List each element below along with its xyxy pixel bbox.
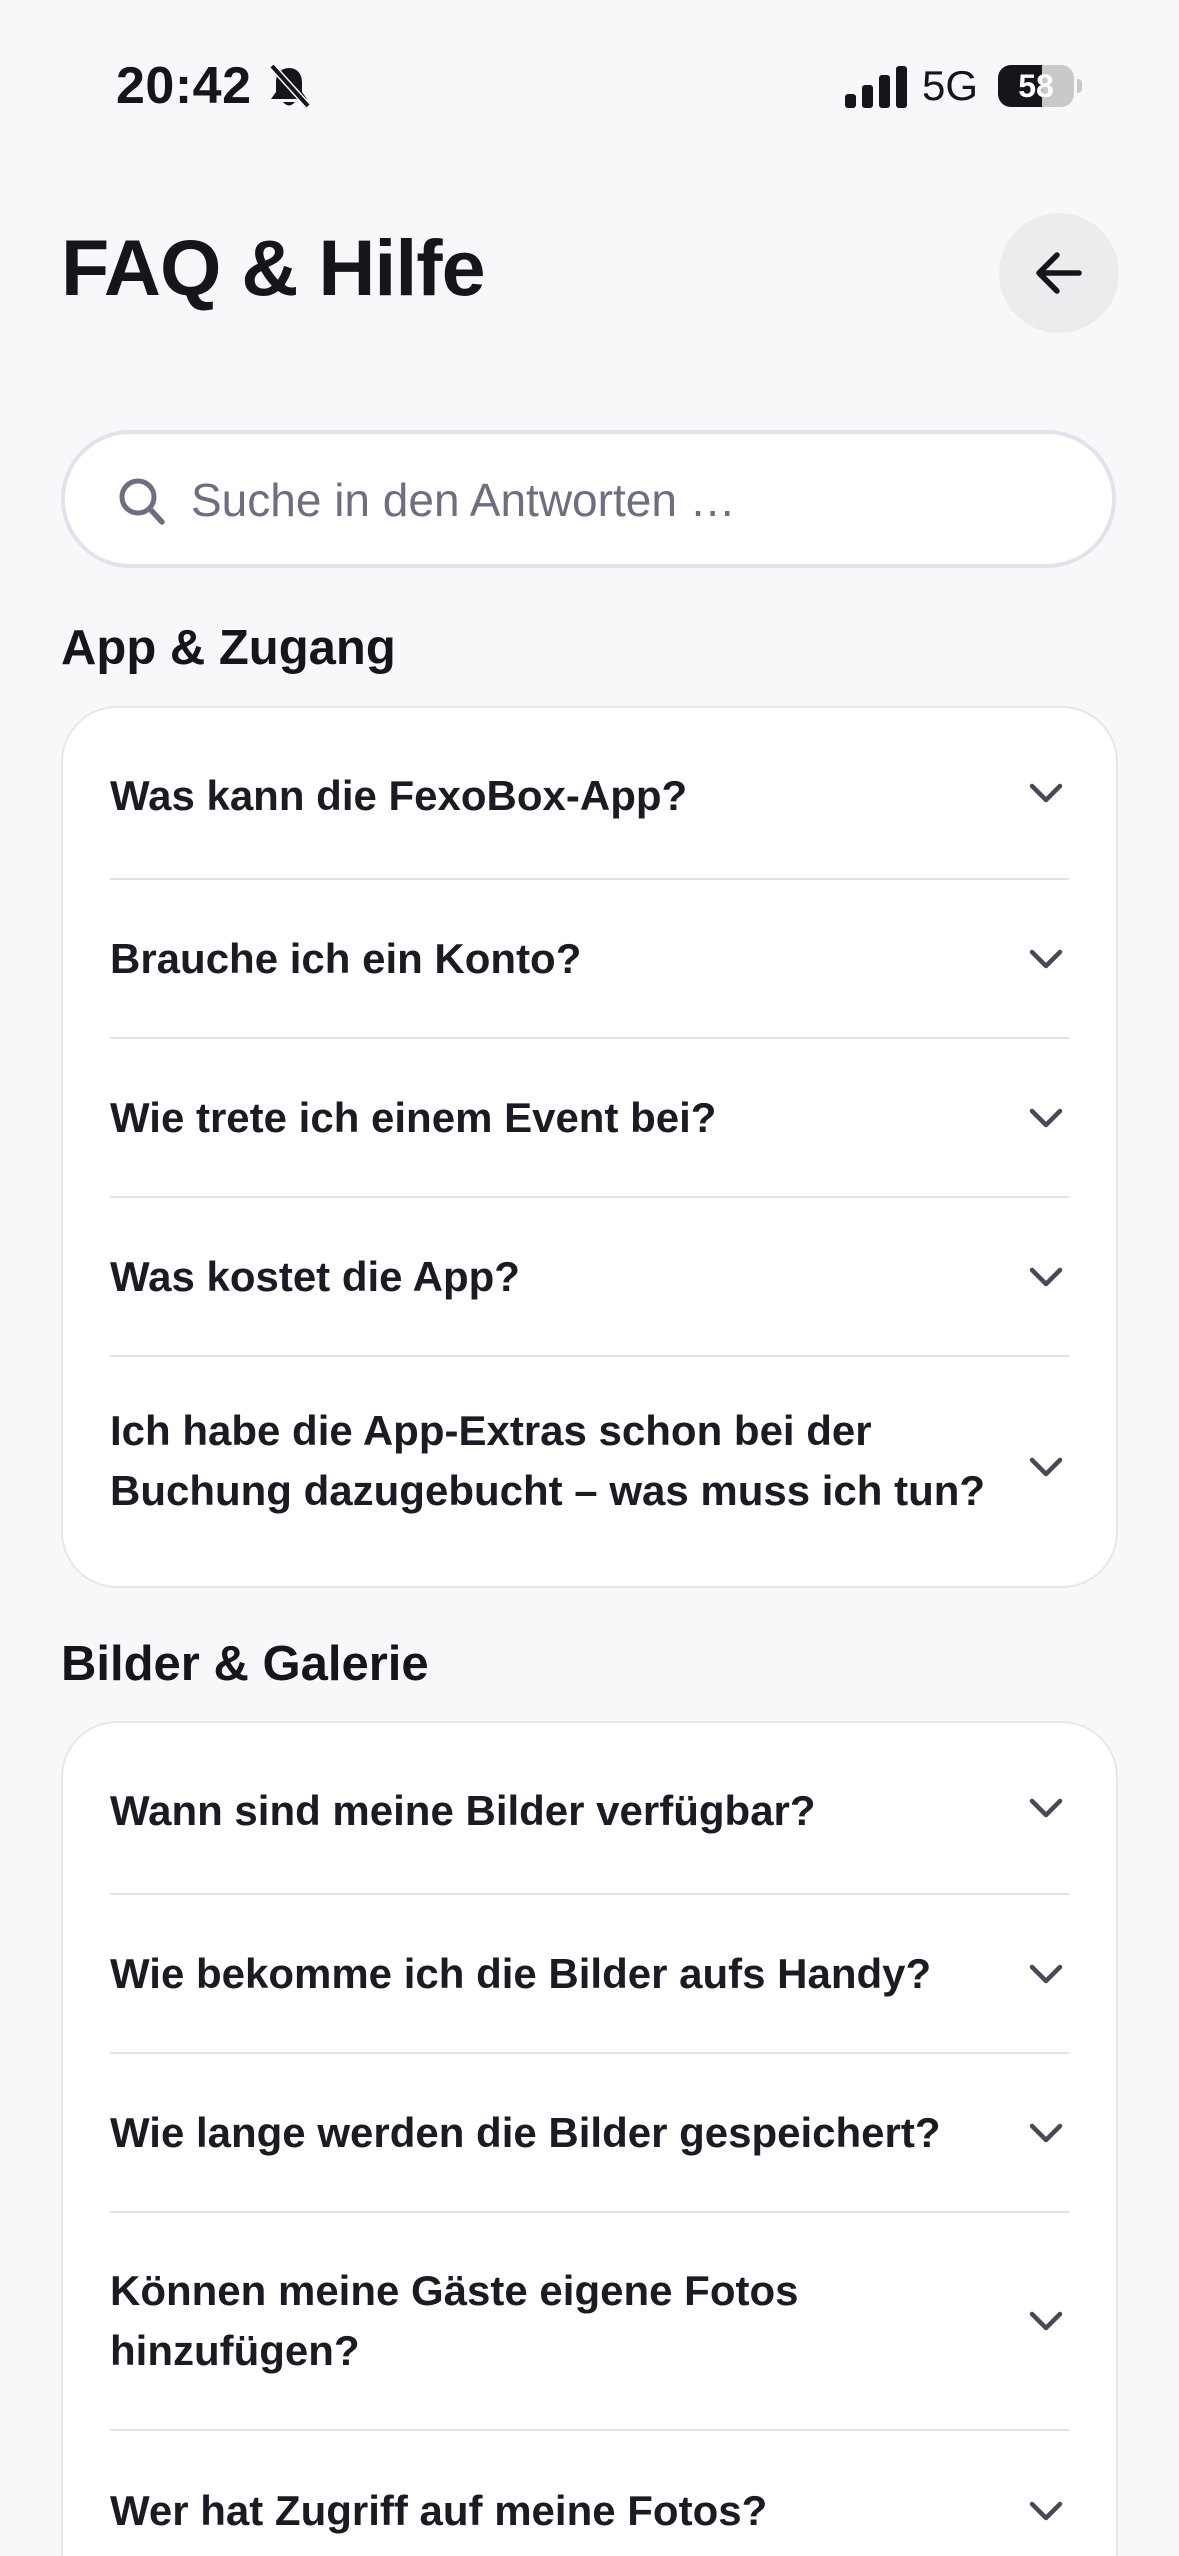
- chevron-down-icon: [1029, 2123, 1063, 2142]
- signal-icon: [845, 66, 907, 108]
- faq-question: Was kann die FexoBox-App?: [110, 772, 688, 819]
- chevron-down-icon: [1029, 1267, 1063, 1286]
- battery-tip: [1077, 79, 1082, 93]
- chevron-down-icon: [1029, 2311, 1063, 2331]
- arrow-left-icon: [1036, 252, 1082, 294]
- chevron-down-icon: [1029, 1964, 1063, 1983]
- faq-item[interactable]: Wann sind meine Bilder verfügbar?: [110, 1723, 1069, 1895]
- section-title-bilder-galerie: Bilder & Galerie: [61, 1637, 429, 1691]
- faq-question: Brauche ich ein Konto?: [110, 934, 582, 982]
- faq-item[interactable]: Was kann die FexoBox-App?: [110, 708, 1069, 880]
- faq-question: Können meine Gäste eigene Fotos hinzufüg…: [110, 2267, 799, 2374]
- faq-card-app-zugang: Was kann die FexoBox-App? Brauche ich ei…: [61, 706, 1118, 1588]
- page-title: FAQ & Hilfe: [61, 223, 486, 312]
- faq-item[interactable]: Können meine Gäste eigene Fotos hinzufüg…: [110, 2213, 1069, 2431]
- faq-question: Wie bekomme ich die Bilder aufs Handy?: [110, 1949, 932, 1997]
- chevron-down-icon: [1029, 783, 1063, 803]
- network-type: 5G: [922, 62, 979, 109]
- faq-question: Wann sind meine Bilder verfügbar?: [110, 1787, 816, 1834]
- chevron-down-icon: [1029, 1457, 1063, 1477]
- faq-question: Ich habe die App-Extras schon bei der Bu…: [110, 1407, 986, 1514]
- faq-item[interactable]: Wie bekomme ich die Bilder aufs Handy?: [110, 1895, 1069, 2054]
- faq-item[interactable]: Brauche ich ein Konto?: [110, 880, 1069, 1039]
- chevron-down-icon: [1029, 949, 1063, 968]
- section-title-app-zugang: App & Zugang: [61, 621, 396, 675]
- faq-item[interactable]: Wie lange werden die Bilder gespeichert?: [110, 2054, 1069, 2213]
- search-field[interactable]: [61, 430, 1116, 568]
- status-time: 20:42: [116, 57, 252, 115]
- search-input[interactable]: [189, 464, 1073, 536]
- faq-question: Wie trete ich einem Event bei?: [110, 1093, 717, 1141]
- faq-card-bilder-galerie: Wann sind meine Bilder verfügbar? Wie be…: [61, 1721, 1118, 2556]
- faq-question: Was kostet die App?: [110, 1252, 520, 1300]
- faq-item[interactable]: Was kostet die App?: [110, 1198, 1069, 1357]
- back-button[interactable]: [999, 213, 1119, 333]
- search-icon: [119, 478, 165, 525]
- chevron-down-icon: [1029, 2501, 1063, 2520]
- battery-percentage: 58: [1018, 68, 1054, 104]
- faq-item[interactable]: Wie trete ich einem Event bei?: [110, 1039, 1069, 1198]
- bell-slash-icon: [269, 63, 311, 109]
- faq-item[interactable]: Ich habe die App-Extras schon bei der Bu…: [110, 1357, 1069, 1577]
- chevron-down-icon: [1029, 1798, 1063, 1818]
- chevron-down-icon: [1029, 1108, 1063, 1127]
- faq-question: Wie lange werden die Bilder gespeichert?: [110, 2108, 941, 2156]
- status-bar: 20:42 5G 58: [0, 0, 1179, 170]
- faq-item[interactable]: Wer hat Zugriff auf meine Fotos?: [110, 2431, 1069, 2556]
- battery-icon: 58: [998, 65, 1082, 107]
- faq-question: Wer hat Zugriff auf meine Fotos?: [110, 2486, 768, 2534]
